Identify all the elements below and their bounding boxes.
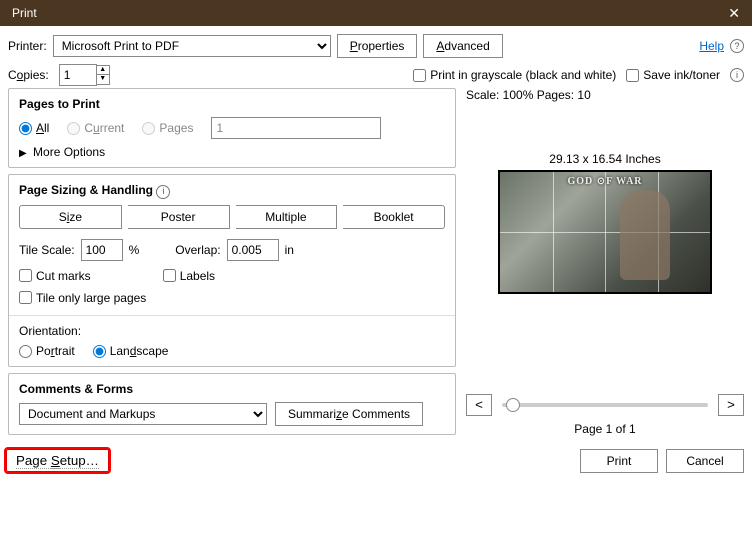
copies-spinner[interactable]: ▲ ▼	[59, 64, 110, 86]
cut-marks-checkbox[interactable]: Cut marks	[19, 269, 91, 283]
preview-figure	[620, 190, 670, 280]
overlap-input[interactable]	[227, 239, 279, 261]
sizing-mode-buttons: Size Poster Multiple Booklet	[19, 205, 445, 229]
sizing-title: Page Sizing & Handling i	[19, 183, 445, 199]
titlebar: Print ✕	[0, 0, 752, 26]
next-page-button[interactable]: >	[718, 394, 744, 416]
advanced-button[interactable]: Advanced	[423, 34, 502, 58]
printer-select[interactable]: Microsoft Print to PDF	[53, 35, 331, 57]
pages-to-print-panel: Pages to Print All Current Pages	[8, 88, 456, 168]
print-button[interactable]: Print	[580, 449, 658, 473]
radio-all[interactable]: All	[19, 121, 49, 135]
preview-image: GOD ⊙F WAR	[498, 170, 712, 294]
preview-dimensions: 29.13 x 16.54 Inches	[466, 152, 744, 166]
window-title: Print	[8, 6, 37, 20]
copies-up[interactable]: ▲	[96, 65, 110, 75]
close-icon[interactable]: ✕	[724, 5, 744, 22]
grayscale-checkbox[interactable]: Print in grayscale (black and white)	[413, 68, 616, 82]
comments-title: Comments & Forms	[19, 382, 445, 396]
slider-thumb[interactable]	[506, 398, 520, 412]
page-setup-button[interactable]: Page Setup…	[4, 447, 111, 474]
copies-input[interactable]	[59, 64, 97, 86]
orientation-title: Orientation:	[19, 324, 445, 338]
tile-scale-unit: %	[129, 243, 140, 257]
radio-landscape[interactable]: Landscape	[93, 344, 169, 358]
pages-title: Pages to Print	[19, 97, 445, 111]
printer-label: Printer:	[8, 39, 47, 53]
tile-large-checkbox[interactable]: Tile only large pages	[19, 291, 146, 305]
prev-page-button[interactable]: <	[466, 394, 492, 416]
size-button[interactable]: Size	[19, 205, 122, 229]
save-ink-checkbox[interactable]: Save ink/toner	[626, 68, 720, 82]
help-link[interactable]: Help	[699, 39, 724, 53]
comments-select[interactable]: Document and Markups	[19, 403, 267, 425]
page-sizing-panel: Page Sizing & Handling i Size Poster Mul…	[8, 174, 456, 367]
overlap-label: Overlap:	[175, 243, 220, 257]
overlap-unit: in	[285, 243, 294, 257]
copies-label: Copies:	[8, 68, 49, 82]
chevron-right-icon: ▶	[19, 148, 27, 159]
radio-current[interactable]: Current	[67, 121, 124, 135]
pages-range-input[interactable]	[211, 117, 381, 139]
properties-button[interactable]: Properties	[337, 34, 418, 58]
poster-button[interactable]: Poster	[128, 205, 230, 229]
booklet-button[interactable]: Booklet	[343, 205, 445, 229]
tile-scale-input[interactable]	[81, 239, 123, 261]
copies-down[interactable]: ▼	[96, 75, 110, 85]
tile-scale-label: Tile Scale:	[19, 243, 75, 257]
multiple-button[interactable]: Multiple	[236, 205, 338, 229]
more-options-toggle[interactable]: ▶ More Options	[19, 145, 445, 159]
cancel-button[interactable]: Cancel	[666, 449, 744, 473]
sizing-info-icon[interactable]: i	[156, 185, 170, 199]
labels-checkbox[interactable]: Labels	[163, 269, 215, 283]
radio-pages[interactable]: Pages	[142, 121, 193, 135]
radio-portrait[interactable]: Portrait	[19, 344, 75, 358]
preview-logo: GOD ⊙F WAR	[567, 176, 642, 187]
zoom-slider[interactable]	[502, 403, 708, 407]
page-indicator: Page 1 of 1	[466, 422, 744, 436]
save-ink-info-icon[interactable]: i	[730, 68, 744, 82]
scale-pages-text: Scale: 100% Pages: 10	[466, 88, 744, 102]
comments-panel: Comments & Forms Document and Markups Su…	[8, 373, 456, 435]
summarize-button[interactable]: Summarize Comments	[275, 402, 423, 426]
help-info-icon[interactable]: ?	[730, 39, 744, 53]
